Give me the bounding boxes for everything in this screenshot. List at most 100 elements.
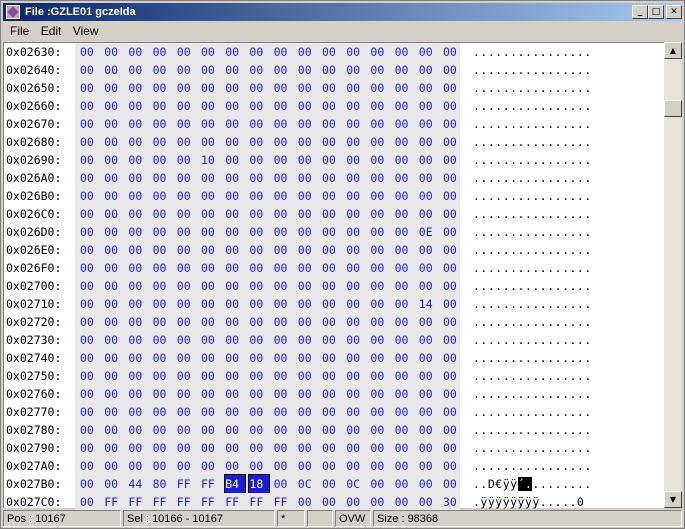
hex-byte[interactable]: 00 [128,331,148,349]
hex-byte[interactable]: 00 [153,133,173,151]
hex-byte[interactable]: 00 [225,61,245,79]
hex-byte[interactable]: 00 [104,205,124,223]
hex-byte[interactable]: 00 [419,79,439,97]
ascii-column[interactable]: ................ [473,241,592,259]
hex-byte[interactable]: 00 [274,331,294,349]
hex-byte[interactable]: 00 [177,421,197,439]
hex-byte[interactable]: 00 [370,223,390,241]
hex-byte[interactable]: 00 [128,313,148,331]
vertical-scrollbar[interactable]: ▲ ▼ [664,42,682,508]
hex-byte[interactable]: 00 [274,295,294,313]
hex-byte[interactable]: 00 [177,97,197,115]
hex-byte[interactable]: 00 [128,79,148,97]
hex-byte[interactable]: 00 [177,79,197,97]
hex-byte[interactable]: 00 [419,277,439,295]
hex-byte[interactable]: 0E [419,223,439,241]
hex-byte[interactable]: 00 [225,259,245,277]
hex-byte[interactable]: 00 [346,385,366,403]
hex-byte[interactable]: 00 [80,187,100,205]
hex-byte[interactable]: 00 [153,115,173,133]
hex-byte[interactable]: 00 [201,277,221,295]
hex-byte[interactable]: 00 [419,169,439,187]
hex-byte[interactable]: 00 [80,403,100,421]
hex-byte[interactable]: 00 [395,205,415,223]
hex-byte[interactable]: 00 [80,493,100,511]
hex-byte[interactable]: 00 [128,97,148,115]
hex-byte[interactable]: 00 [177,43,197,61]
hex-byte[interactable]: 00 [395,151,415,169]
hex-byte[interactable]: 00 [249,385,269,403]
hex-byte[interactable]: 00 [395,385,415,403]
hex-byte[interactable]: 00 [443,223,463,241]
hex-byte[interactable]: 00 [346,439,366,457]
hex-byte[interactable]: 00 [128,151,148,169]
hex-byte[interactable]: 00 [395,79,415,97]
hex-byte[interactable]: 00 [177,313,197,331]
hex-byte[interactable]: 00 [322,385,342,403]
ascii-column[interactable]: ................ [473,223,592,241]
ascii-column[interactable]: ................ [473,331,592,349]
hex-byte[interactable]: 00 [201,313,221,331]
hex-byte[interactable]: 00 [225,457,245,475]
ascii-column[interactable]: ................ [473,151,592,169]
hex-byte[interactable]: FF [225,493,245,511]
hex-byte[interactable]: 00 [274,79,294,97]
hex-byte[interactable]: 00 [225,79,245,97]
hex-byte[interactable]: 00 [201,97,221,115]
hex-byte[interactable]: 00 [322,241,342,259]
hex-byte[interactable]: 00 [322,457,342,475]
hex-byte[interactable]: 00 [274,475,294,493]
hex-byte[interactable]: 00 [322,223,342,241]
hex-byte[interactable]: 00 [104,457,124,475]
hex-byte[interactable]: 00 [249,169,269,187]
ascii-column[interactable]: ................ [473,115,592,133]
hex-byte[interactable]: 00 [128,115,148,133]
hex-byte[interactable]: 00 [322,439,342,457]
hex-byte[interactable]: 00 [80,115,100,133]
hex-byte[interactable]: 00 [298,223,318,241]
ascii-column[interactable]: ................ [473,313,592,331]
hex-byte[interactable]: 00 [322,115,342,133]
hex-byte[interactable]: 00 [225,205,245,223]
ascii-column[interactable]: ................ [473,43,592,61]
hex-byte[interactable]: 00 [249,97,269,115]
hex-byte[interactable]: 00 [419,367,439,385]
hex-byte[interactable]: 00 [80,349,100,367]
hex-byte[interactable]: 00 [249,403,269,421]
hex-byte[interactable]: 00 [80,277,100,295]
hex-byte[interactable]: 00 [201,331,221,349]
hex-byte[interactable]: 00 [201,43,221,61]
hex-byte[interactable]: 00 [346,223,366,241]
ascii-column[interactable]: ................ [473,277,592,295]
hex-byte[interactable]: 00 [274,97,294,115]
hex-byte[interactable]: 00 [177,349,197,367]
hex-byte[interactable]: 00 [298,457,318,475]
hex-byte[interactable]: 00 [322,61,342,79]
hex-byte[interactable]: 00 [443,61,463,79]
hex-byte[interactable]: 00 [443,241,463,259]
hex-byte[interactable]: 00 [128,295,148,313]
hex-byte[interactable]: 00 [395,241,415,259]
hex-byte[interactable]: 00 [274,151,294,169]
hex-byte[interactable]: 00 [443,367,463,385]
maximize-button[interactable]: □ [648,5,664,19]
hex-byte[interactable]: 00 [322,313,342,331]
hex-byte[interactable]: 00 [177,169,197,187]
hex-byte[interactable]: 00 [104,79,124,97]
hex-byte[interactable]: 00 [346,313,366,331]
hex-byte[interactable]: 00 [225,187,245,205]
hex-byte[interactable]: 00 [443,169,463,187]
hex-byte[interactable]: 00 [395,475,415,493]
hex-byte[interactable]: 00 [274,61,294,79]
ascii-column[interactable]: ................ [473,295,592,313]
hex-byte[interactable]: 00 [419,439,439,457]
hex-byte[interactable]: 00 [346,205,366,223]
hex-byte[interactable]: 00 [128,43,148,61]
hex-byte[interactable]: 00 [322,493,342,511]
hex-byte[interactable]: 00 [201,439,221,457]
hex-byte[interactable]: 00 [346,241,366,259]
hex-byte[interactable]: 00 [201,457,221,475]
hex-byte[interactable]: 00 [249,151,269,169]
hex-byte[interactable]: 00 [443,349,463,367]
hex-byte[interactable]: 00 [153,313,173,331]
